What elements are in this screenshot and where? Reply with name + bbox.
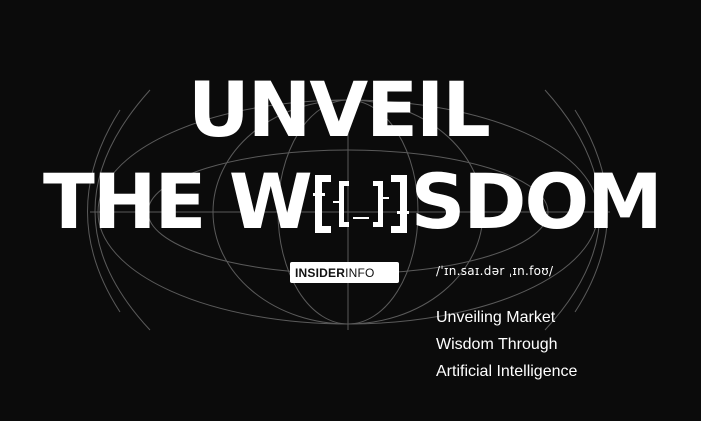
phonetic-pronunciation: /ˈɪn.saɪ.dər ˌɪn.foʊ/: [436, 264, 554, 278]
headline-line-2-end: SDOM: [410, 157, 663, 246]
tagline: Unveiling Market Wisdom Through Artifici…: [436, 304, 577, 385]
tagline-line-2: Wisdom Through: [436, 336, 558, 353]
tagline-line-1: Unveiling Market: [436, 309, 556, 326]
glitch-brackets-icon: [312, 171, 409, 237]
headline-line-2: THE W SDOM: [43, 157, 663, 246]
headline-line-2-start: THE W: [43, 157, 313, 246]
brand-logo-badge[interactable]: INSIDER INFO: [290, 262, 399, 283]
brand-logo-light: INFO: [345, 265, 375, 280]
headline-line-1: UNVEIL: [188, 65, 491, 154]
brand-logo-bold: INSIDER: [295, 265, 346, 280]
tagline-line-3: Artificial Intelligence: [436, 363, 578, 380]
